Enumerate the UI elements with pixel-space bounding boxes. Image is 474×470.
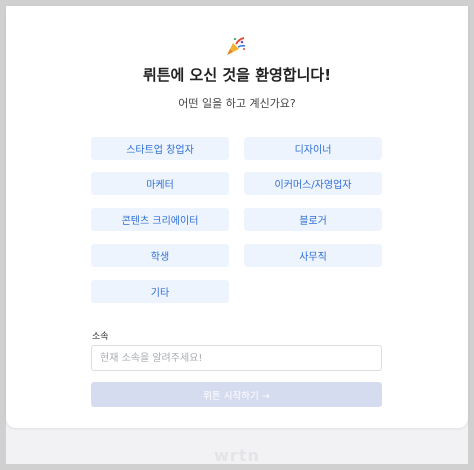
option-office-worker[interactable]: 사무직	[244, 244, 382, 267]
option-other[interactable]: 기타	[91, 280, 229, 303]
option-student[interactable]: 학생	[91, 244, 229, 267]
welcome-subtitle: 어떤 일을 하고 계신가요?	[178, 97, 296, 110]
start-button[interactable]: 뤼튼 시작하기 →	[91, 382, 382, 407]
option-startup-founder[interactable]: 스타트업 창업자	[91, 137, 229, 160]
party-popper-icon	[227, 37, 246, 55]
affiliation-label: 소속	[92, 332, 109, 342]
option-designer[interactable]: 디자이너	[244, 137, 382, 160]
option-ecommerce-owner[interactable]: 이커머스/자영업자	[244, 172, 382, 195]
wrtn-logo: wrtn	[214, 446, 260, 465]
browser-frame: 뤼튼에 오신 것을 환영합니다! 어떤 일을 하고 계신가요? 스타트업 창업자…	[0, 0, 474, 470]
welcome-title: 뤼튼에 오신 것을 환영합니다!	[142, 66, 332, 84]
option-content-creator[interactable]: 콘텐츠 크리에이터	[91, 208, 229, 231]
option-marketer[interactable]: 마케터	[91, 172, 229, 195]
affiliation-input[interactable]	[91, 345, 382, 371]
option-blogger[interactable]: 블로거	[244, 208, 382, 231]
